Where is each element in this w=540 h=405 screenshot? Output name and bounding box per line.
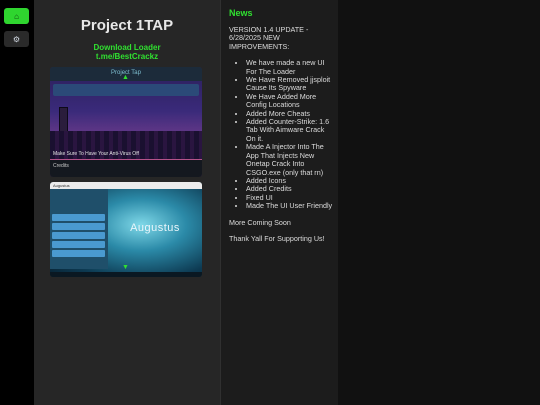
news-panel: News VERSION 1.4 UPDATE - 6/28/2025 NEW …: [220, 0, 338, 405]
news-intro: VERSION 1.4 UPDATE - 6/28/2025 NEW IMPRO…: [229, 25, 309, 51]
antivirus-caption: Make Sure To Have Your Anti-Virus Off: [53, 151, 139, 157]
arrow-down-icon: ▼: [122, 264, 129, 271]
news-item: We Have Removed jjsploit Cause Its Spywa…: [246, 75, 333, 93]
window-title: Augustus: [53, 183, 70, 188]
news-item: Added Counter-Strike: 1.6 Tab With Aimwa…: [246, 117, 333, 143]
screenshot-tab-row: [53, 84, 199, 96]
news-list: We have made a new UI For The Loader We …: [246, 59, 333, 210]
empty-area: [338, 0, 540, 405]
news-heading: News: [229, 8, 253, 18]
home-icon: ⌂: [14, 11, 19, 21]
sidebar: ⌂ ⚙: [0, 0, 34, 405]
more-coming-text: More Coming Soon: [229, 217, 291, 227]
screenshot-footer: [50, 160, 202, 177]
menu-button: [52, 250, 105, 257]
augustus-logo-text: Augustus: [130, 222, 180, 234]
window-titlebar: [50, 182, 202, 189]
home-button[interactable]: ⌂: [4, 8, 29, 24]
settings-icon: ⚙: [12, 34, 21, 44]
thanks-text: Thank Yall For Supporting Us!: [229, 233, 325, 243]
augustus-screenshot: Augustus Augustus ▼: [50, 182, 202, 277]
news-item: Made A Injector Into The App That Inject…: [246, 143, 333, 177]
project-panel: Project 1TAP Download Loader t.me/BestCr…: [34, 0, 220, 405]
screenshot-footer: [50, 272, 202, 277]
menu-button: [52, 232, 105, 239]
credits-label: Credits: [53, 163, 69, 169]
menu-button: [52, 214, 105, 221]
news-body: VERSION 1.4 UPDATE - 6/28/2025 NEW IMPRO…: [229, 25, 333, 243]
loader-screenshot: Project Tap ▲ Make Sure To Have Your Ant…: [50, 67, 202, 177]
menu-button: [52, 223, 105, 230]
news-item: We have made a new UI For The Loader: [246, 59, 333, 76]
news-item: Made The UI User Friendly: [246, 201, 333, 210]
download-loader-link[interactable]: Download Loader: [34, 43, 220, 52]
telegram-link[interactable]: t.me/BestCrackz: [34, 52, 220, 61]
arrow-up-icon: ▲: [122, 74, 129, 81]
page-title: Project 1TAP: [80, 17, 174, 34]
news-item: We Have Added More Config Locations: [246, 92, 333, 110]
side-menu: [50, 189, 108, 269]
settings-button[interactable]: ⚙: [4, 31, 29, 47]
menu-button: [52, 241, 105, 248]
